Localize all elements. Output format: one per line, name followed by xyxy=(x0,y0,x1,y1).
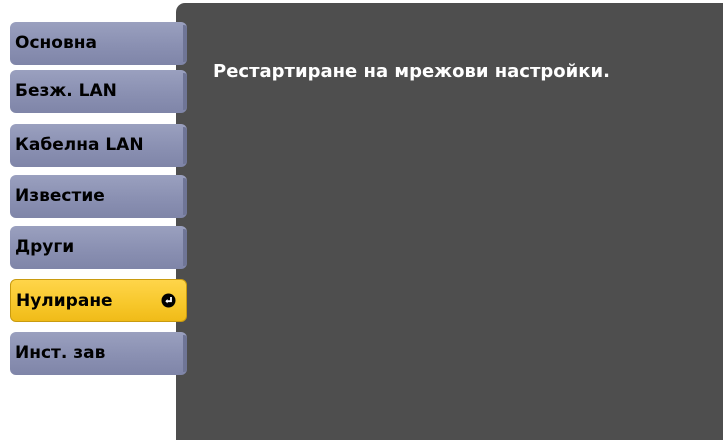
menu-item-label: Известие xyxy=(15,186,105,206)
menu-item-factory-defaults[interactable]: Инст. зав xyxy=(10,332,187,375)
menu-item-label: Други xyxy=(15,237,75,257)
panel-message: Рестартиране на мрежови настройки. xyxy=(213,61,610,82)
enter-icon xyxy=(161,293,176,308)
menu-item-label: Основна xyxy=(15,33,97,53)
menu-item-label: Безж. LAN xyxy=(15,81,117,101)
menu-item-basic[interactable]: Основна xyxy=(10,22,187,65)
menu-item-reset[interactable]: Нулиране xyxy=(10,279,187,322)
menu-item-wired-lan[interactable]: Кабелна LAN xyxy=(10,124,187,167)
menu-item-label: Инст. зав xyxy=(15,343,106,363)
menu-item-label: Кабелна LAN xyxy=(15,135,144,155)
content-panel: Рестартиране на мрежови настройки. xyxy=(176,3,723,440)
settings-screen: Рестартиране на мрежови настройки. Основ… xyxy=(0,0,723,440)
menu-item-notification[interactable]: Известие xyxy=(10,175,187,218)
menu-item-other[interactable]: Други xyxy=(10,226,187,269)
side-menu: Основна Безж. LAN Кабелна LAN Известие Д… xyxy=(0,0,200,440)
menu-item-wireless-lan[interactable]: Безж. LAN xyxy=(10,70,187,113)
menu-item-label: Нулиране xyxy=(16,291,113,311)
